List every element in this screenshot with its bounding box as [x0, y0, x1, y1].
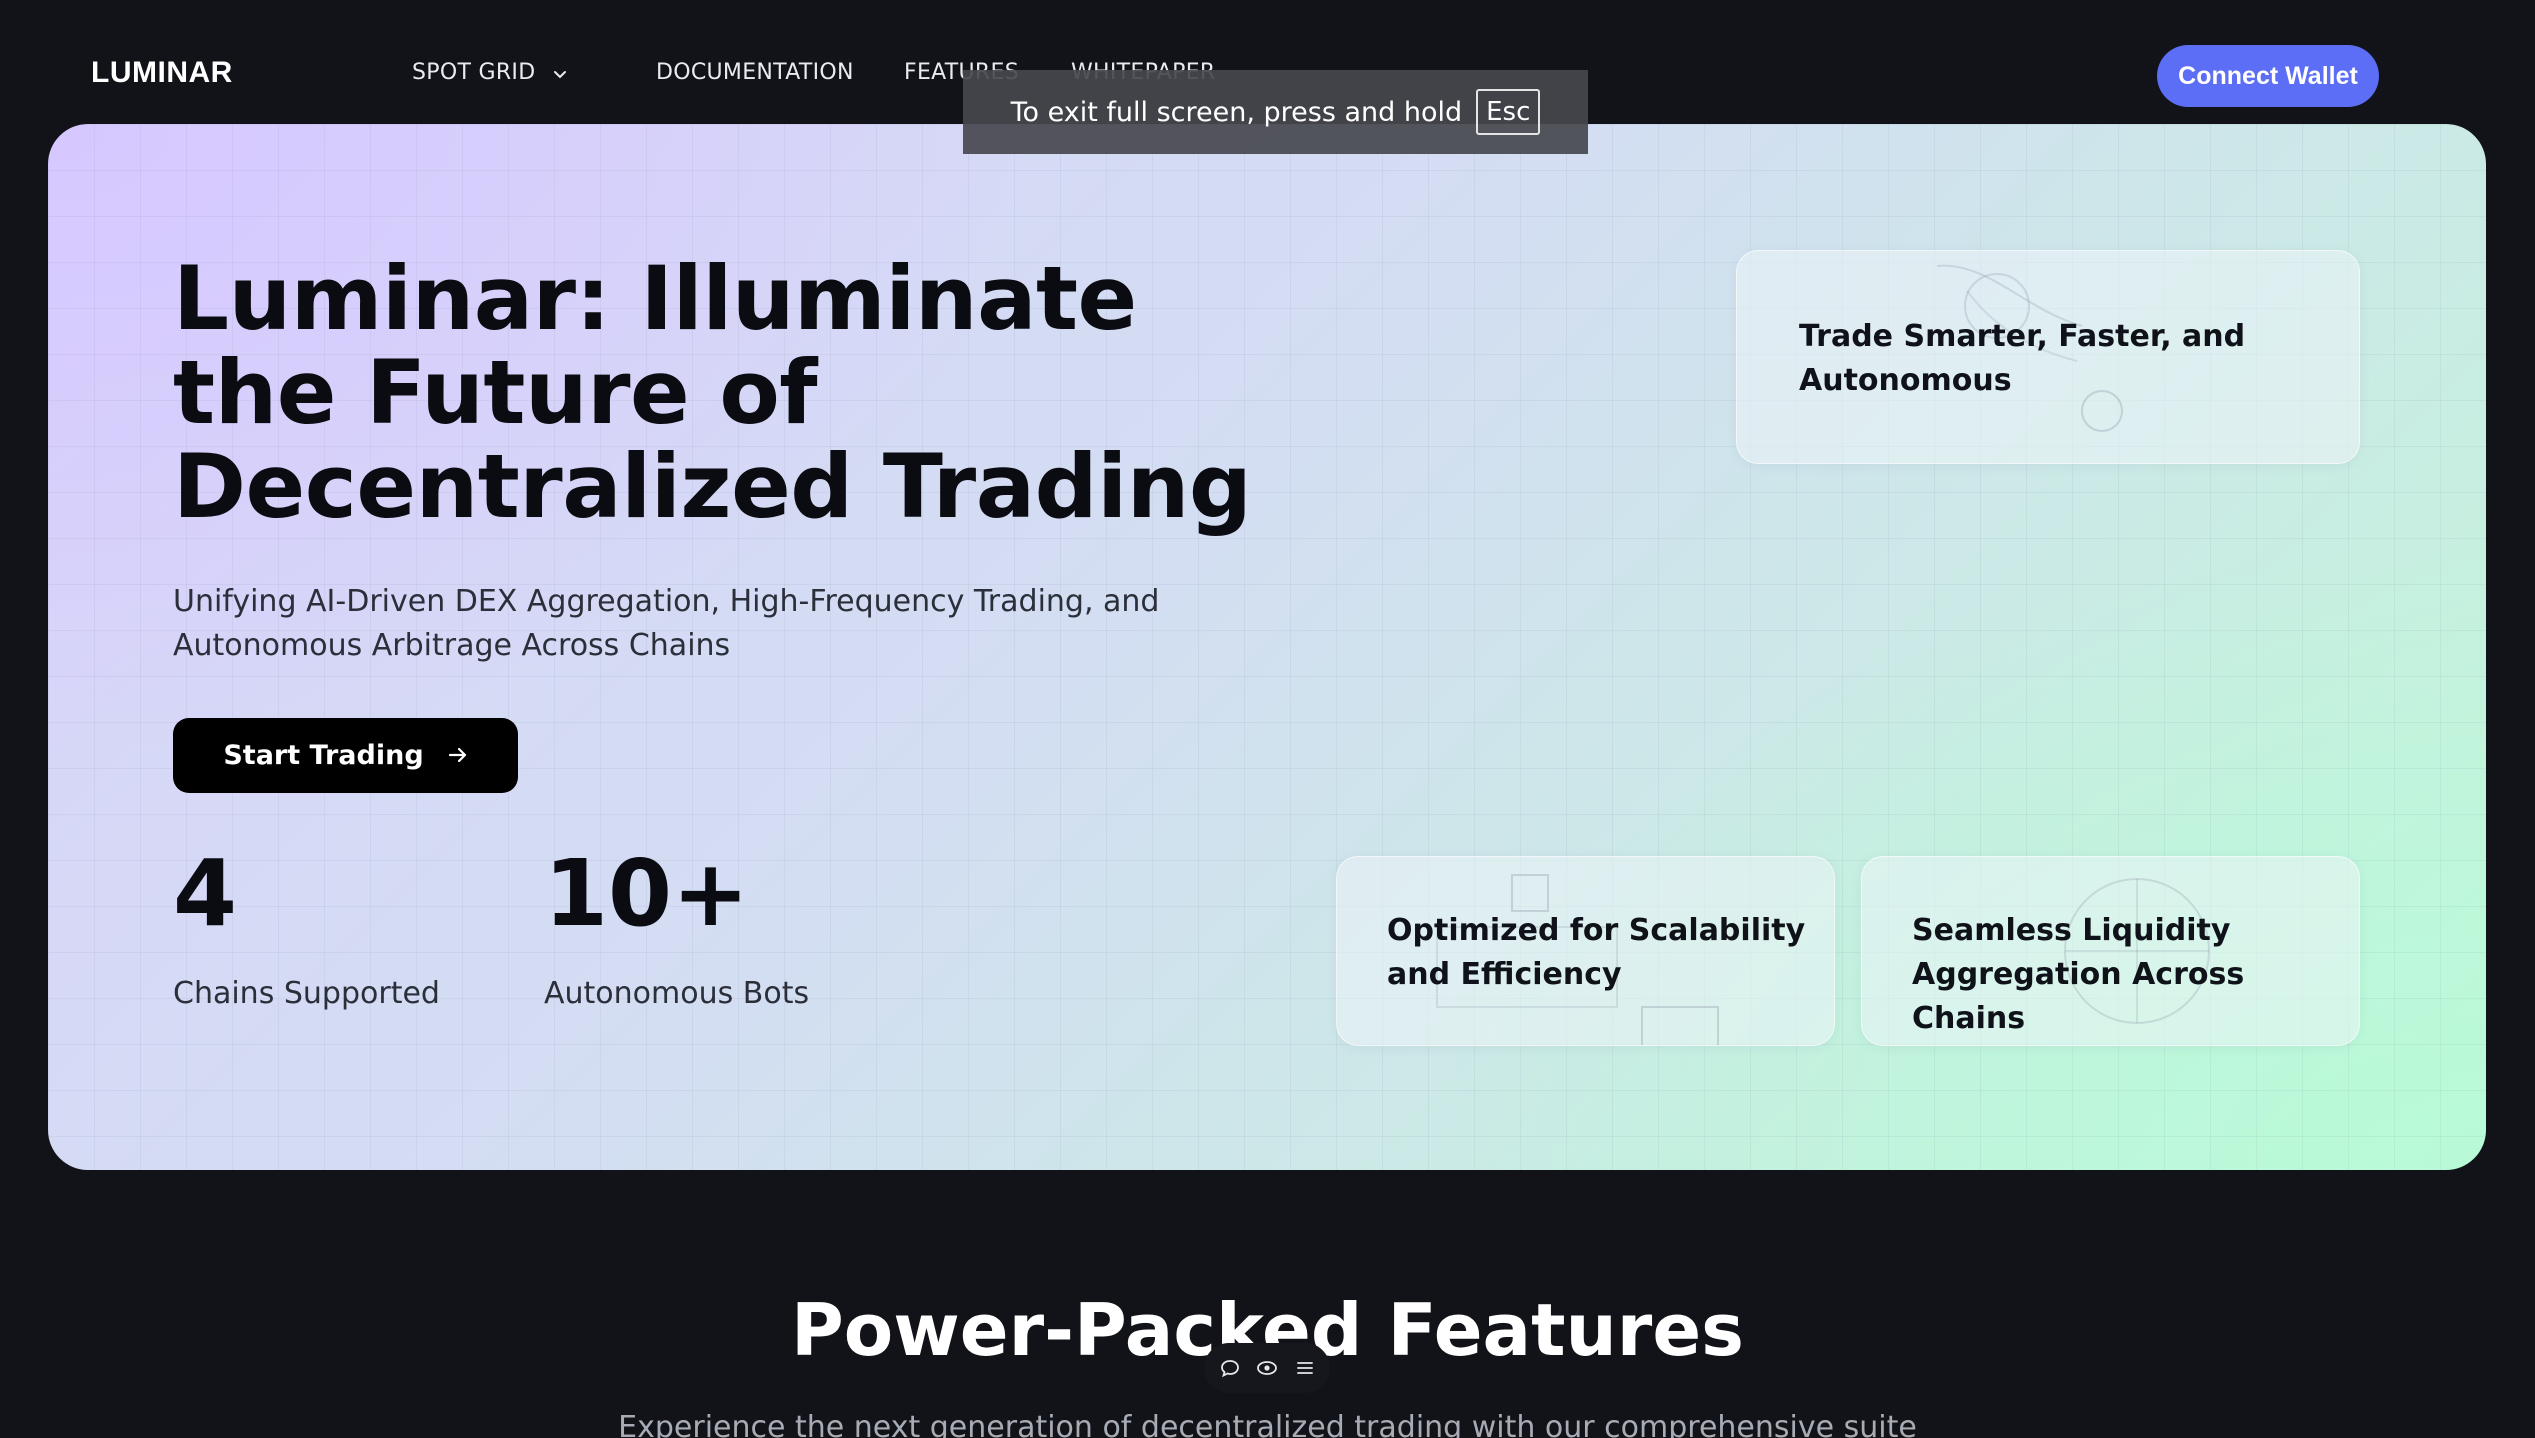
stat-chains-label: Chains Supported [173, 976, 440, 1011]
stat-chains-value: 4 [173, 840, 238, 947]
feature-card-liquidity: Seamless Liquidity Aggregation Across Ch… [1861, 856, 2360, 1046]
start-trading-label: Start Trading [223, 740, 424, 771]
connect-wallet-button[interactable]: Connect Wallet [2157, 45, 2379, 107]
features-subtitle: Experience the next generation of decent… [618, 1410, 1917, 1438]
feature-card-text: Seamless Liquidity Aggregation Across Ch… [1912, 913, 2245, 1036]
start-trading-button[interactable]: Start Trading [173, 718, 518, 793]
stat-bots-value: 10+ [544, 840, 750, 947]
hero-section: Luminar: Illuminate the Future of Decent… [48, 124, 2486, 1170]
feature-card-text: Trade Smarter, Faster, and Autonomous [1799, 319, 2246, 398]
chevron-down-icon [553, 61, 567, 86]
hero-subtitle: Unifying AI-Driven DEX Aggregation, High… [173, 584, 1160, 663]
fullscreen-notice-text: To exit full screen, press and hold [1010, 96, 1463, 128]
menu-icon[interactable] [1293, 1356, 1317, 1380]
feature-card-scalability: Optimized for Scalability and Efficiency [1336, 856, 1835, 1046]
feature-card-trade-smarter: Trade Smarter, Faster, and Autonomous [1736, 250, 2360, 464]
nav-spot-grid-label: SPOT GRID [412, 60, 536, 85]
arrow-right-icon [448, 740, 468, 771]
stat-bots-label: Autonomous Bots [544, 976, 810, 1011]
comment-icon[interactable] [1218, 1356, 1242, 1380]
fullscreen-exit-notice: To exit full screen, press and hold Esc [963, 70, 1588, 154]
eye-icon[interactable] [1255, 1356, 1279, 1380]
esc-key-badge: Esc [1476, 89, 1541, 135]
hero-title: Luminar: Illuminate the Future of Decent… [173, 247, 1252, 538]
logo[interactable]: LUMINAR [91, 56, 233, 90]
nav-spot-grid[interactable]: SPOT GRID [412, 60, 567, 86]
nav-documentation[interactable]: DOCUMENTATION [656, 60, 854, 85]
feature-card-text: Optimized for Scalability and Efficiency [1387, 913, 1806, 992]
floating-toolbar [1204, 1343, 1330, 1393]
